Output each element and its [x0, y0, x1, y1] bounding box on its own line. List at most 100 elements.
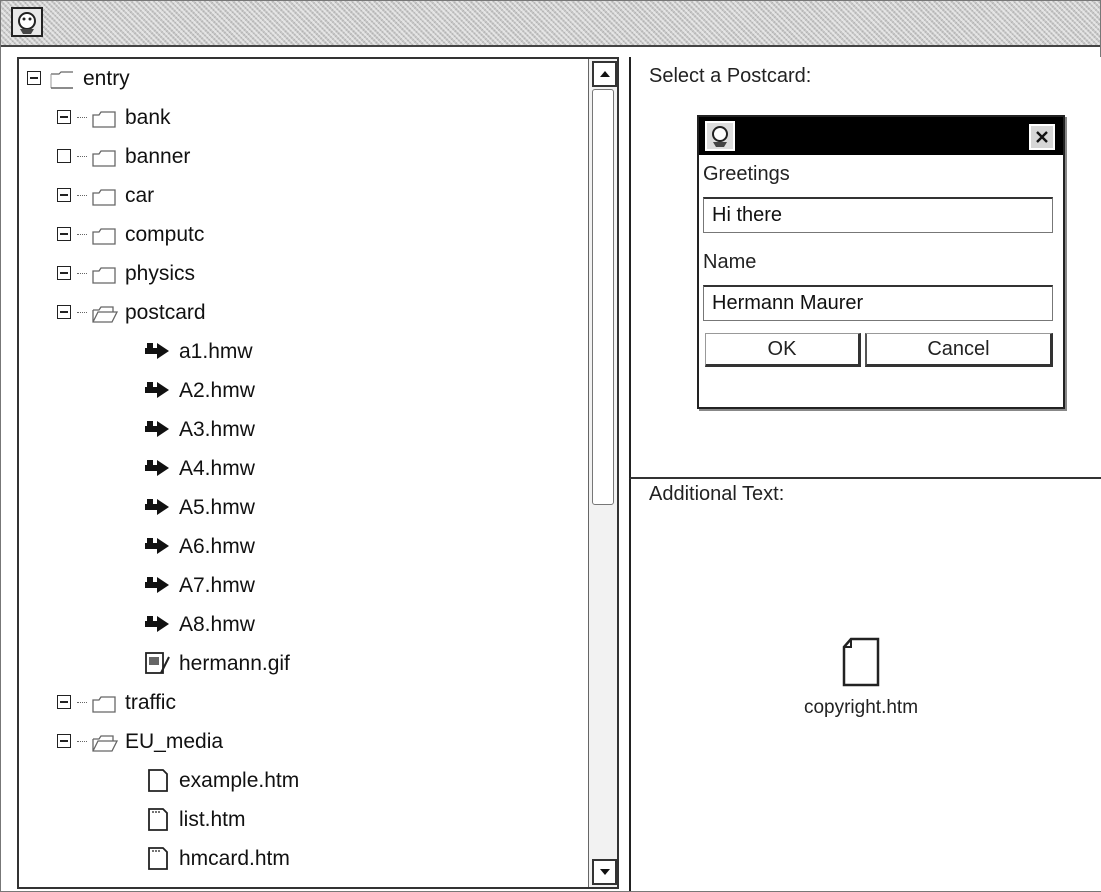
greetings-input[interactable] — [703, 197, 1053, 233]
tree-item-a4-hmw[interactable]: A4.hmw — [143, 451, 255, 485]
tree-item-banner[interactable]: banner — [57, 139, 190, 173]
file-item-copyright[interactable]: copyright.htm — [781, 637, 941, 719]
arrow-document-icon — [145, 343, 169, 359]
folder-icon — [92, 267, 116, 284]
tree-item-a8-hmw[interactable]: A8.hmw — [143, 607, 255, 641]
collapse-toggle-icon[interactable] — [57, 266, 71, 280]
tree-item-hmcard-htm[interactable]: hmcard.htm — [143, 841, 290, 875]
collapse-toggle-icon[interactable] — [57, 695, 71, 709]
tree-item-bank[interactable]: bank — [57, 100, 171, 134]
tree-item-label: banner — [125, 144, 191, 168]
open-folder-icon — [92, 306, 119, 323]
tree-item-label: A8.hmw — [179, 612, 255, 636]
open-folder-icon — [92, 735, 119, 752]
tree-item-label: entry — [83, 66, 130, 90]
collapse-toggle-icon[interactable] — [57, 110, 71, 124]
arrow-document-icon — [145, 499, 169, 515]
tree-item-label: hmcard.htm — [179, 846, 290, 870]
greetings-label: Greetings — [703, 163, 790, 185]
tree-item-label: A2.hmw — [179, 378, 255, 402]
collapse-toggle-icon[interactable] — [27, 71, 41, 85]
tree-item-label: computc — [125, 222, 205, 246]
tree-item-label: bank — [125, 105, 171, 129]
tree-item-postcard[interactable]: postcard — [57, 295, 206, 329]
image-file-icon — [145, 652, 170, 674]
app-icon — [11, 7, 43, 37]
collapse-toggle-icon[interactable] — [57, 227, 71, 241]
collapse-toggle-icon[interactable] — [57, 305, 71, 319]
tree-item-label: hermann.gif — [179, 651, 290, 675]
folder-icon — [92, 111, 116, 128]
tree-item-a3-hmw[interactable]: A3.hmw — [143, 412, 255, 446]
tree-item-a1-hmw[interactable]: a1.hmw — [143, 334, 253, 368]
folder-icon — [92, 696, 116, 713]
tree-item-a7-hmw[interactable]: A7.hmw — [143, 568, 255, 602]
folder-icon — [92, 150, 116, 167]
arrow-document-icon — [145, 382, 169, 398]
close-icon — [1036, 131, 1048, 143]
arrow-document-icon — [145, 616, 169, 632]
additional-text-pane: Additional Text: copyright.htm — [629, 479, 1101, 891]
document-icon — [842, 637, 880, 687]
tree-item-label: A7.hmw — [179, 573, 255, 597]
tree-item-eu-media[interactable]: EU_media — [57, 724, 223, 758]
cancel-button[interactable]: Cancel — [865, 333, 1053, 367]
arrow-down-icon — [599, 869, 610, 875]
collapse-toggle-icon[interactable] — [57, 188, 71, 202]
tree-item-physics[interactable]: physics — [57, 256, 195, 290]
postcard-pane: Select a Postcard: Greetings Name OK Can… — [629, 57, 1101, 479]
tree-item-label: A4.hmw — [179, 456, 255, 480]
folder-icon — [92, 228, 116, 245]
tree-item-list-htm[interactable]: list.htm — [143, 802, 246, 836]
expand-toggle-icon[interactable] — [57, 149, 71, 163]
document-icon — [148, 769, 168, 792]
tree-scrollbar[interactable] — [588, 59, 617, 887]
tree-item-car[interactable]: car — [57, 178, 154, 212]
tree-item-label: a1.hmw — [179, 339, 253, 363]
tree-item-label: postcard — [125, 300, 206, 324]
arrow-document-icon — [145, 421, 169, 437]
greeting-dialog: Greetings Name OK Cancel — [697, 115, 1065, 409]
scroll-down-button[interactable] — [592, 859, 617, 885]
tree-item-label: example.htm — [179, 768, 300, 792]
tree-item-entry[interactable]: entry — [27, 61, 130, 95]
folder-icon — [92, 189, 116, 206]
arrow-up-icon — [599, 71, 610, 77]
tree-item-a5-hmw[interactable]: A5.hmw — [143, 490, 255, 524]
tree-item-example-htm[interactable]: example.htm — [143, 763, 299, 797]
dialog-title-bar[interactable] — [699, 117, 1063, 155]
tree-item-label: EU_media — [125, 729, 224, 753]
app-window: entry bank banner car computc physics po… — [0, 0, 1101, 892]
tree-item-a6-hmw[interactable]: A6.hmw — [143, 529, 255, 563]
folder-icon — [50, 71, 73, 89]
document-icon — [148, 808, 168, 831]
tree-item-computc[interactable]: computc — [57, 217, 204, 251]
tree-item-hermann-gif[interactable]: hermann.gif — [143, 646, 290, 680]
scroll-up-button[interactable] — [592, 61, 617, 87]
tree-item-label: physics — [125, 261, 196, 285]
document-icon — [148, 847, 168, 870]
name-input[interactable] — [703, 285, 1053, 321]
arrow-document-icon — [145, 577, 169, 593]
postcard-pane-heading: Select a Postcard: — [649, 65, 812, 87]
dialog-close-button[interactable] — [1029, 124, 1055, 150]
name-label: Name — [703, 251, 757, 273]
additional-text-heading: Additional Text: — [649, 483, 785, 505]
tree-item-label: A6.hmw — [179, 534, 255, 558]
app-icon — [705, 121, 735, 151]
file-item-label: copyright.htm — [803, 697, 919, 718]
tree-item-label: traffic — [125, 690, 176, 714]
ok-button[interactable]: OK — [705, 333, 861, 367]
tree-item-traffic[interactable]: traffic — [57, 685, 176, 719]
tree-item-label: A3.hmw — [179, 417, 255, 441]
tree-item-label: list.htm — [179, 807, 246, 831]
title-bar[interactable] — [1, 1, 1100, 47]
scroll-thumb[interactable] — [592, 89, 614, 505]
file-tree[interactable]: entry bank banner car computc physics po… — [17, 57, 619, 889]
tree-item-label: car — [125, 183, 155, 207]
arrow-document-icon — [145, 538, 169, 554]
arrow-document-icon — [145, 460, 169, 476]
tree-item-a2-hmw[interactable]: A2.hmw — [143, 373, 255, 407]
tree-item-label: A5.hmw — [179, 495, 255, 519]
collapse-toggle-icon[interactable] — [57, 734, 71, 748]
